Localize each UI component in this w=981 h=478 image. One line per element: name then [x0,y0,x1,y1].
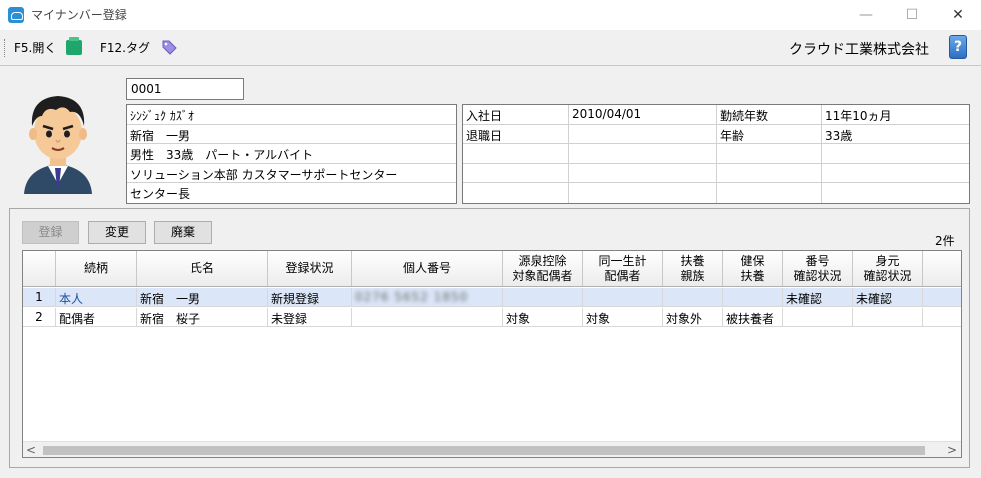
horizontal-scrollbar[interactable]: < > [23,441,961,457]
cell-number-verification[interactable] [783,308,853,326]
header-identity-verification[interactable]: 身元 確認状況 [853,251,923,286]
scroll-right-arrow-icon[interactable]: > [947,443,957,457]
app-cloud-icon [8,7,24,23]
employee-kana: ｼﾝｼﾞｭｸ ｶｽﾞｵ [127,105,456,125]
register-button[interactable]: 登録 [22,221,79,244]
scroll-left-arrow-icon[interactable]: < [26,443,36,457]
employee-profile: ｼﾝｼﾞｭｸ ｶｽﾞｵ 新宿 一男 男性 33歳 パート・アルバイト ソリューシ… [126,104,457,204]
toolbar-grip [4,39,6,57]
help-icon[interactable]: ? [949,35,967,59]
open-button[interactable]: F5.開く [14,39,56,56]
hire-date-value: 2010/04/01 [569,105,717,124]
tag-button[interactable]: F12.タグ [100,39,150,56]
row-number: 2 [23,308,56,326]
cell-name[interactable]: 新宿 桜子 [137,308,268,326]
header-row-number [23,251,56,286]
company-name: クラウド工業株式会社 [789,42,929,58]
close-button[interactable]: ✕ [948,5,968,25]
header-filler [923,251,961,286]
employee-department: ソリューション本部 カスタマーサポートセンター [127,164,456,184]
info-row [463,183,969,203]
header-name[interactable]: 氏名 [137,251,268,286]
record-count: 2件 [935,234,955,248]
masked-number: 0276 5652 1850 [355,290,469,304]
table-row[interactable]: 1 本人 新宿 一男 新規登録 0276 5652 1850 未確認 未確認 [23,288,961,307]
cell-relationship[interactable]: 配偶者 [56,308,137,326]
cell-identity-verification[interactable] [853,308,923,326]
grid-header: 続柄 氏名 登録状況 個人番号 源泉控除 対象配偶者 同一生計 配偶者 扶養 親… [23,251,961,287]
retire-date-value [569,124,717,144]
maximize-button[interactable]: ☐ [902,5,922,25]
cell-same-household-spouse[interactable] [583,288,663,306]
cell-withholding-spouse[interactable] [503,288,583,306]
change-button[interactable]: 変更 [88,221,146,244]
folder-open-icon[interactable] [66,37,82,55]
hire-date-label: 入社日 [463,105,569,124]
cell-number-verification[interactable]: 未確認 [783,288,853,306]
age-label: 年齢 [717,124,822,144]
tag-icon[interactable] [161,39,177,55]
tenure-label: 勤続年数 [717,105,822,124]
cell-filler [923,288,961,306]
toolbar: F5.開く F12.タグ クラウド工業株式会社 ? [0,30,981,66]
header-dependent[interactable]: 扶養 親族 [663,251,723,286]
employee-attributes: 男性 33歳 パート・アルバイト [127,144,456,164]
info-row [463,144,969,164]
info-row [463,163,969,184]
cell-filler [923,308,961,326]
employment-info: 入社日 2010/04/01 勤続年数 11年10ヵ月 退職日 年齢 33歳 [462,104,970,204]
header-same-household-spouse[interactable]: 同一生計 配偶者 [583,251,663,286]
cell-registration-status[interactable]: 未登録 [268,308,352,326]
info-row: 入社日 2010/04/01 勤続年数 11年10ヵ月 [463,105,969,125]
age-value: 33歳 [825,128,853,143]
cell-my-number[interactable] [352,308,503,326]
cell-dependent[interactable] [663,288,723,306]
header-number-verification[interactable]: 番号 確認状況 [783,251,853,286]
cell-registration-status[interactable]: 新規登録 [268,288,352,306]
employee-name: 新宿 一男 [127,125,456,145]
employee-position: センター長 [130,187,191,202]
cell-health-dependent[interactable]: 被扶養者 [723,308,783,326]
info-row: 退職日 年齢 33歳 [463,124,969,145]
table-row[interactable]: 2 配偶者 新宿 桜子 未登録 対象 対象 対象外 被扶養者 [23,308,961,327]
cell-dependent[interactable]: 対象外 [663,308,723,326]
header-relationship[interactable]: 続柄 [56,251,137,286]
header-withholding-spouse[interactable]: 源泉控除 対象配偶者 [503,251,583,286]
row-number: 1 [23,288,56,306]
employee-avatar [24,96,92,194]
retire-date-label: 退職日 [463,124,569,144]
employee-code-field[interactable]: 0001 [126,78,244,100]
header-my-number[interactable]: 個人番号 [352,251,503,286]
cell-my-number[interactable]: 0276 5652 1850 [352,288,503,306]
cell-health-dependent[interactable] [723,288,783,306]
cell-same-household-spouse[interactable]: 対象 [583,308,663,326]
header-health-dependent[interactable]: 健保 扶養 [723,251,783,286]
window-title: マイナンバー登録 [31,8,127,22]
tenure-value: 11年10ヵ月 [825,109,892,123]
cell-identity-verification[interactable]: 未確認 [853,288,923,306]
cell-name[interactable]: 新宿 一男 [137,288,268,306]
discard-button[interactable]: 廃棄 [154,221,212,244]
cell-relationship[interactable]: 本人 [56,288,137,306]
scroll-thumb[interactable] [43,446,925,455]
cell-withholding-spouse[interactable]: 対象 [503,308,583,326]
family-grid[interactable]: 続柄 氏名 登録状況 個人番号 源泉控除 対象配偶者 同一生計 配偶者 扶養 親… [22,250,962,458]
title-bar: マイナンバー登録 — ☐ ✕ [0,0,981,30]
minimize-button[interactable]: — [856,5,876,25]
header-registration-status[interactable]: 登録状況 [268,251,352,286]
